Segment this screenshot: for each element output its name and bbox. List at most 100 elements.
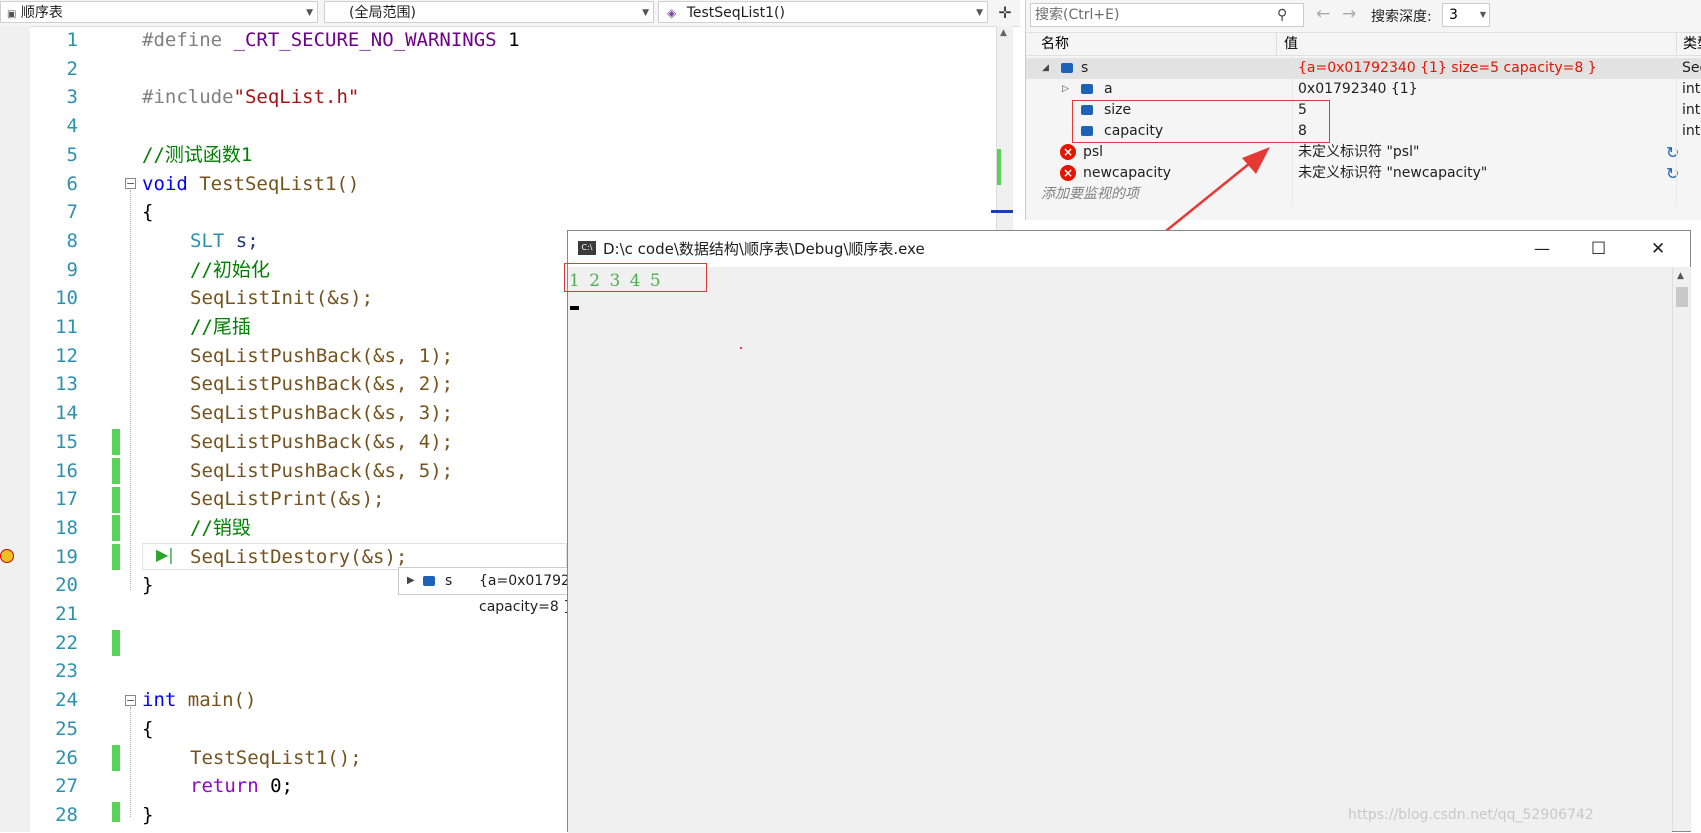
code-line-18[interactable]: //销毁	[190, 514, 251, 543]
function-icon: ◈	[667, 6, 677, 20]
code-line-19[interactable]: SeqListDestory(&s);	[190, 543, 407, 572]
split-icon[interactable]: ✛	[994, 2, 1016, 24]
line-number: 10	[55, 287, 78, 310]
scope-dropdown[interactable]: (全局范围) ▼	[324, 1, 654, 23]
console-window[interactable]: C:\ D:\c code\数据结构\顺序表\Debug\顺序表.exe — ☐…	[567, 230, 1691, 833]
highlight-box-watch	[1072, 100, 1330, 143]
watch-value[interactable]: 未定义标识符 "newcapacity"	[1298, 163, 1487, 184]
line-number: 17	[55, 488, 78, 511]
variable-icon	[1061, 63, 1073, 73]
line-number: 8	[66, 229, 78, 252]
console-titlebar[interactable]: C:\ D:\c code\数据结构\顺序表\Debug\顺序表.exe — ☐…	[568, 231, 1690, 267]
error-icon: ×	[1060, 144, 1076, 160]
scope-guide	[130, 707, 132, 817]
code-line-28[interactable]: }	[142, 801, 153, 830]
code-line-17[interactable]: SeqListPrint(&s);	[190, 485, 384, 514]
search-icon[interactable]: ⚲	[1277, 4, 1287, 26]
code-line-6[interactable]: void TestSeqList1()	[142, 170, 359, 199]
line-number: 15	[55, 430, 78, 453]
datatip-name: s	[445, 573, 453, 589]
line-number: 23	[55, 660, 78, 683]
maximize-button[interactable]: ☐	[1591, 231, 1606, 267]
project-dropdown[interactable]: ▣ 顺序表 ▼	[0, 1, 318, 23]
column-header-value[interactable]: 值	[1276, 33, 1298, 55]
line-number: 21	[55, 603, 78, 625]
code-line-1[interactable]: #define _CRT_SECURE_NO_WARNINGS 1	[142, 26, 520, 55]
code-line-5[interactable]: //测试函数1	[142, 141, 252, 170]
arrow-head	[1242, 147, 1270, 174]
function-dropdown[interactable]: ◈ TestSeqList1() ▼	[658, 1, 988, 23]
line-number: 20	[55, 574, 78, 597]
code-line-13[interactable]: SeqListPushBack(&s, 2);	[190, 370, 453, 399]
line-number: 4	[66, 115, 78, 138]
console-scrollbar[interactable]: ▲	[1672, 267, 1691, 831]
run-to-click-icon[interactable]: ▶|	[156, 545, 174, 564]
line-number: 18	[55, 516, 78, 539]
change-bar	[112, 802, 120, 822]
back-arrow-icon[interactable]: ←	[1316, 4, 1330, 24]
code-line-12[interactable]: SeqListPushBack(&s, 1);	[190, 342, 453, 371]
forward-arrow-icon[interactable]: →	[1342, 4, 1356, 24]
line-number: 7	[66, 201, 78, 224]
collapse-icon[interactable]: −	[125, 695, 136, 706]
code-line-11[interactable]: //尾插	[190, 313, 251, 342]
code-line-8[interactable]: SLT s;	[190, 227, 259, 256]
watch-value[interactable]: 0x01792340 {1}	[1298, 79, 1418, 100]
expand-icon[interactable]: ▶	[407, 568, 415, 594]
change-bar	[112, 429, 120, 455]
chevron-down-icon: ▼	[306, 8, 313, 18]
scroll-up-icon[interactable]: ▲	[1000, 28, 1007, 38]
chevron-down-icon: ▼	[642, 8, 649, 18]
search-depth-select[interactable]: 3 ▼	[1442, 3, 1490, 27]
code-line-3[interactable]: #include"SeqList.h"	[142, 83, 359, 112]
watch-type: int	[1682, 123, 1701, 139]
code-line-26[interactable]: TestSeqList1();	[190, 744, 362, 773]
line-number: 3	[66, 86, 78, 109]
code-line-10[interactable]: SeqListInit(&s);	[190, 284, 373, 313]
scroll-thumb[interactable]	[1676, 287, 1688, 307]
line-number: 19	[55, 545, 78, 568]
change-bar	[112, 544, 120, 570]
watch-name: psl	[1083, 144, 1104, 160]
watch-search-input[interactable]: 搜索(Ctrl+E) ⚲	[1030, 3, 1304, 27]
scrollbar-caret-marker	[991, 210, 1013, 213]
code-line-16[interactable]: SeqListPushBack(&s, 5);	[190, 457, 453, 486]
watch-row-s[interactable]: ◢ s {a=0x01792340 {1} size=5 capacity=8 …	[1026, 58, 1701, 79]
watch-row-a[interactable]: ▷ a 0x01792340 {1} int	[1026, 79, 1701, 100]
code-line-24[interactable]: int main()	[142, 686, 256, 715]
refresh-icon[interactable]: ↻	[1666, 142, 1679, 163]
breakpoint-gutter[interactable]	[0, 26, 30, 832]
console-body[interactable]: 1 2 3 4 5 https://blog.csdn.net/qq_52906…	[568, 267, 1672, 833]
code-line-20[interactable]: }	[142, 571, 153, 600]
editor-nav-bar: ▣ 顺序表 ▼ (全局范围) ▼ ◈ TestSeqList1() ▼ ✛	[0, 0, 1020, 27]
watch-value[interactable]: 未定义标识符 "psl"	[1298, 142, 1419, 163]
code-line-7[interactable]: {	[142, 198, 153, 227]
refresh-icon[interactable]: ↻	[1666, 163, 1679, 184]
line-number: 14	[55, 402, 78, 425]
code-line-25[interactable]: {	[142, 715, 153, 744]
line-number: 11	[55, 316, 78, 338]
expand-arrow-icon[interactable]: ▷	[1062, 79, 1069, 100]
change-bar	[112, 630, 120, 656]
line-number: 2	[66, 57, 78, 80]
change-bar	[112, 745, 120, 771]
column-divider	[1676, 54, 1677, 206]
watch-value[interactable]: {a=0x01792340 {1} size=5 capacity=8 }	[1298, 58, 1597, 79]
scroll-up-icon[interactable]: ▲	[1677, 271, 1684, 281]
column-header-type[interactable]: 类型	[1676, 33, 1701, 55]
collapse-icon[interactable]: −	[125, 178, 136, 189]
code-line-9[interactable]: //初始化	[190, 256, 270, 285]
column-header-name[interactable]: 名称	[1041, 33, 1069, 55]
collapse-arrow-icon[interactable]: ◢	[1042, 58, 1049, 79]
line-number: 22	[55, 631, 78, 654]
code-line-27[interactable]: return 0;	[190, 772, 293, 801]
code-line-14[interactable]: SeqListPushBack(&s, 3);	[190, 399, 453, 428]
watch-type: SeqList	[1682, 60, 1701, 76]
minimize-button[interactable]: —	[1534, 231, 1550, 267]
close-button[interactable]: ✕	[1651, 231, 1665, 267]
watermark: https://blog.csdn.net/qq_52906742	[1348, 807, 1594, 823]
chevron-down-icon: ▼	[1479, 10, 1486, 19]
code-line-15[interactable]: SeqListPushBack(&s, 4);	[190, 428, 453, 457]
line-number: 24	[55, 689, 78, 712]
line-number: 6	[66, 172, 78, 195]
